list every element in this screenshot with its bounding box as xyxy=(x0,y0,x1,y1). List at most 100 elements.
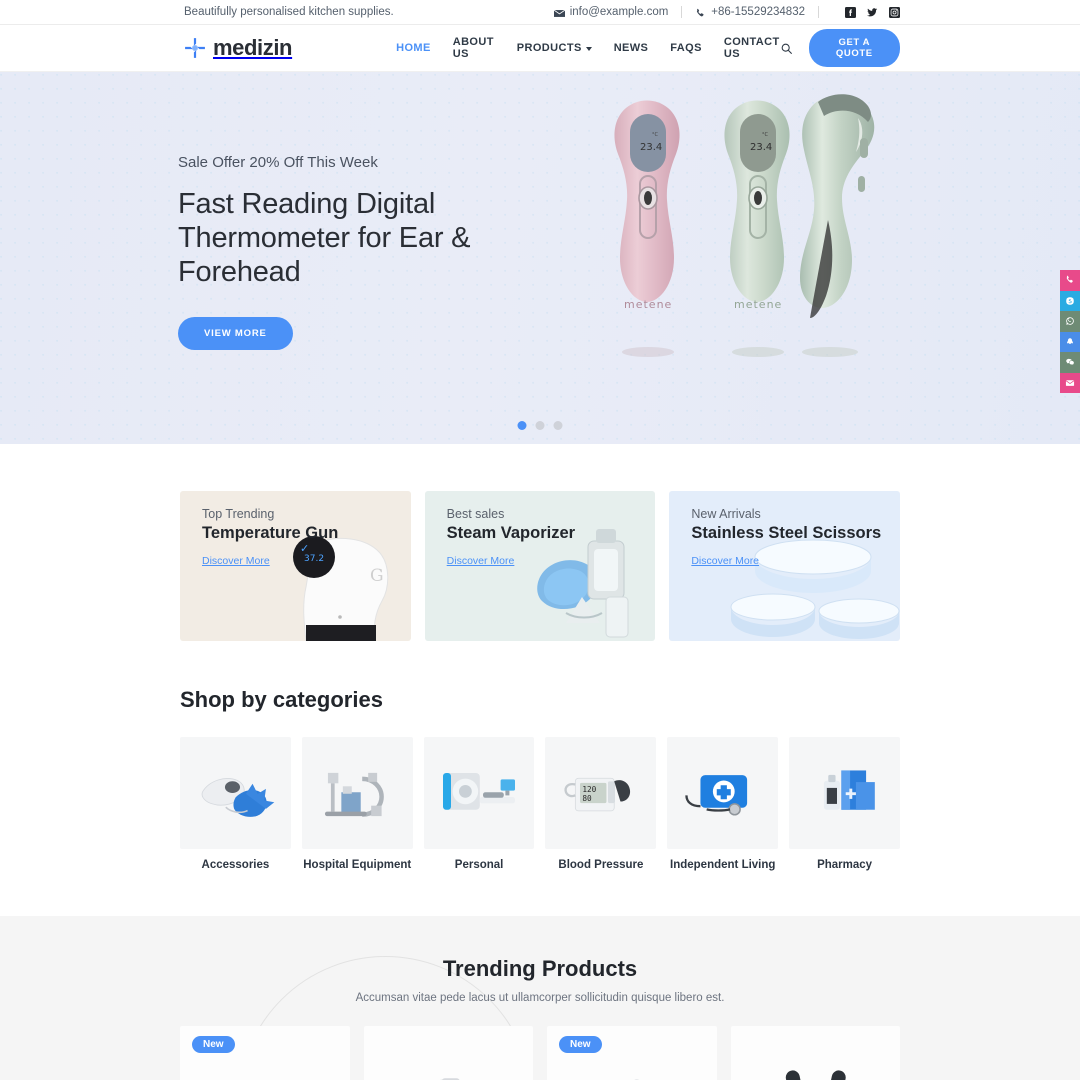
chevron-down-icon xyxy=(585,47,592,51)
skype-icon xyxy=(1066,297,1074,305)
search-icon xyxy=(781,43,792,54)
floating-contact-bar xyxy=(1060,270,1080,393)
product-card-stethoscope[interactable] xyxy=(730,1026,901,1080)
float-qq-button[interactable] xyxy=(1060,331,1080,352)
svg-text:metene: metene xyxy=(734,298,782,311)
promo-kicker: New Arrivals xyxy=(691,507,761,521)
nav-label: FAQS xyxy=(670,42,702,54)
float-whatsapp-button[interactable] xyxy=(1060,311,1080,332)
social-links xyxy=(845,6,900,18)
divider xyxy=(818,6,819,18)
promo-card-new-arrivals[interactable]: New Arrivals Stainless Steel Scissors Di… xyxy=(669,491,901,641)
nav-label: CONTACT US xyxy=(723,36,780,60)
site-logo[interactable]: medizin xyxy=(184,35,293,61)
category-thumb xyxy=(667,737,779,849)
nav-item-faqs[interactable]: FAQS xyxy=(670,42,702,54)
masks-gloves-image xyxy=(364,1052,534,1080)
envelope-icon xyxy=(553,9,565,17)
whatsapp-icon xyxy=(1066,317,1074,325)
promo-title: Temperature Gun xyxy=(202,524,339,542)
email-link[interactable]: info@example.com xyxy=(553,6,669,18)
envelope-icon xyxy=(1065,379,1075,386)
category-pharmacy[interactable]: Pharmacy xyxy=(789,737,900,871)
nav-label: PRODUCTS xyxy=(516,42,582,54)
float-skype-button[interactable] xyxy=(1060,290,1080,311)
nav-item-contact-us[interactable]: CONTACT US xyxy=(724,36,780,60)
top-bar-contact-group: info@example.com +86-15529234832 xyxy=(553,6,900,18)
nav-label: HOME xyxy=(396,42,431,54)
search-button[interactable] xyxy=(780,42,793,55)
category-label: Pharmacy xyxy=(817,859,873,871)
float-email-button[interactable] xyxy=(1060,372,1080,393)
category-row: Accessories Hospital Equipment Personal … xyxy=(180,737,900,871)
hero-title: Fast Reading Digital Thermometer for Ear… xyxy=(178,188,471,289)
category-label: Accessories xyxy=(201,859,270,871)
nav-item-home[interactable]: HOME xyxy=(396,42,431,54)
category-blood-pressure[interactable]: 120 80 Blood Pressure xyxy=(545,737,657,871)
logo-text: medizin xyxy=(213,35,293,60)
promo-discover-link[interactable]: Discover More xyxy=(691,555,759,567)
instagram-icon[interactable] xyxy=(889,6,900,18)
float-wechat-button[interactable] xyxy=(1060,352,1080,373)
float-phone-button[interactable] xyxy=(1060,270,1080,291)
slider-dot-2[interactable] xyxy=(535,421,545,430)
email-text: info@example.com xyxy=(569,6,669,18)
promo-discover-link[interactable]: Discover More xyxy=(447,555,515,567)
promo-title: Steam Vaporizer xyxy=(446,524,576,542)
phone-text: +86-15529234832 xyxy=(711,6,805,18)
promo-card-row: Top Trending Temperature Gun Discover Mo… xyxy=(180,491,901,641)
hero-view-more-button[interactable]: VIEW MORE xyxy=(178,316,293,350)
slider-dot-3[interactable] xyxy=(553,421,563,430)
promo-discover-link[interactable]: Discover More xyxy=(202,555,270,567)
bp-monitor-icon: 120 80 xyxy=(564,777,630,812)
category-hospital-equipment[interactable]: Hospital Equipment xyxy=(301,737,413,871)
phone-icon xyxy=(1066,275,1073,283)
product-card-row: New New xyxy=(180,1026,900,1080)
nav-item-news[interactable]: NEWS xyxy=(614,42,649,54)
mri-scanner-icon xyxy=(443,773,516,810)
product-card-masks-gloves[interactable] xyxy=(363,1026,534,1080)
promo-kicker: Top Trending xyxy=(202,507,275,521)
medizin-pinwheel-icon xyxy=(184,37,206,59)
stethoscope-image xyxy=(731,1052,901,1080)
hero-product-image-thermometers: 23.4 °C metene 23.4 °C metene xyxy=(568,80,908,380)
svg-text:80: 80 xyxy=(582,794,592,803)
promo-card-top-trending[interactable]: Top Trending Temperature Gun Discover Mo… xyxy=(180,491,411,641)
new-badge: New xyxy=(559,1036,602,1053)
product-card-nebulizer[interactable]: New xyxy=(547,1026,717,1080)
site-tagline: Beautifully personalised kitchen supplie… xyxy=(184,6,394,18)
category-thumb xyxy=(180,737,291,849)
new-badge: New xyxy=(192,1036,235,1053)
category-accessories[interactable]: Accessories xyxy=(180,737,291,871)
nav-item-about-us[interactable]: ABOUT US xyxy=(453,36,495,60)
phone-icon xyxy=(697,8,704,16)
category-thumb xyxy=(789,737,900,849)
promo-card-best-sales[interactable]: Best sales Steam Vaporizer Discover More xyxy=(424,491,656,641)
header-actions: GET A QUOTE xyxy=(780,29,900,67)
product-card-sphygmomanometer[interactable]: New xyxy=(180,1026,350,1080)
sphygmomanometer-image xyxy=(180,1052,350,1080)
first-aid-kit-icon xyxy=(684,775,747,816)
category-independent-living[interactable]: Independent Living xyxy=(667,737,779,871)
trending-products-section: Trending Products Accumsan vitae pede la… xyxy=(0,916,1080,1080)
page-root: Beautifully personalised kitchen supplie… xyxy=(0,0,1080,1080)
promo-title: Stainless Steel Scissors xyxy=(691,524,882,542)
trending-title: Trending Products xyxy=(442,956,638,981)
phone-link[interactable]: +86-15529234832 xyxy=(695,6,805,18)
hero-copy: Sale Offer 20% Off This Week Fast Readin… xyxy=(178,154,508,350)
slider-dot-1[interactable] xyxy=(517,421,527,430)
category-personal[interactable]: Personal xyxy=(423,737,535,871)
category-thumb: 120 80 xyxy=(545,737,657,849)
category-label: Personal xyxy=(454,859,504,871)
svg-text:23.4: 23.4 xyxy=(750,142,772,153)
c-arm-machine-icon xyxy=(325,772,385,817)
divider xyxy=(681,6,683,18)
facebook-icon[interactable] xyxy=(845,6,856,18)
category-label: Blood Pressure xyxy=(558,859,644,871)
twitter-icon[interactable] xyxy=(867,7,878,18)
nav-label: ABOUT US xyxy=(452,36,494,60)
shop-by-categories-heading: Shop by categories xyxy=(180,687,383,712)
get-a-quote-button[interactable]: GET A QUOTE xyxy=(808,29,900,67)
promo-and-category-section: Top Trending Temperature Gun Discover Mo… xyxy=(0,444,1080,871)
nav-item-products[interactable]: PRODUCTS xyxy=(517,42,592,54)
